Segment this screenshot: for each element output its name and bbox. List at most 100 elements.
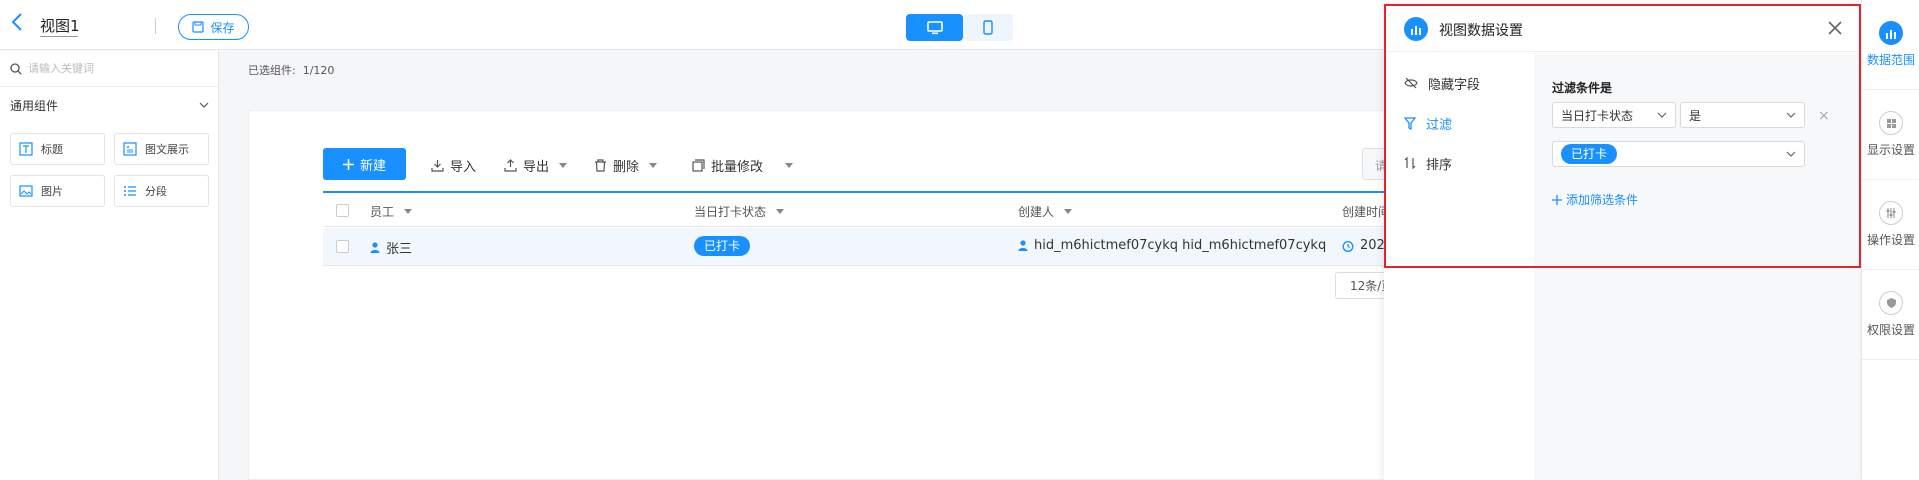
operation-settings-icon (1879, 201, 1903, 225)
save-icon (192, 21, 205, 33)
component-label: 图片 (41, 185, 63, 198)
image-text-icon (123, 142, 137, 156)
sidebar-item-operation-settings[interactable]: 操作设置 (1862, 180, 1919, 270)
component-segment[interactable]: 分段 (114, 175, 209, 207)
column-header-status[interactable]: 当日打卡状态 (694, 203, 785, 220)
caret-down-icon (776, 209, 785, 214)
component-label: 图文展示 (145, 143, 189, 156)
nav-sort[interactable]: 排序 (1404, 153, 1452, 173)
chevron-down-icon (199, 102, 209, 108)
plus-icon (1552, 194, 1562, 205)
row-checkbox[interactable] (336, 240, 349, 253)
title-icon (19, 142, 33, 156)
column-header-created[interactable]: 创建时间 (1342, 203, 1390, 220)
user-icon (370, 242, 380, 253)
select-value: 当日打卡状态 (1561, 108, 1634, 123)
component-label: 分段 (145, 185, 167, 198)
component-search (0, 51, 219, 87)
back-arrow-icon[interactable] (10, 12, 30, 34)
import-button[interactable]: 导入 (431, 156, 476, 175)
panel-title: 视图数据设置 (1439, 23, 1523, 39)
divider (155, 18, 156, 34)
component-image-text[interactable]: 图文展示 (114, 133, 209, 165)
user-icon (1018, 240, 1028, 251)
chart-icon (1404, 17, 1428, 41)
status-tag: 已打卡 (694, 236, 751, 256)
column-header-creator[interactable]: 创建人 (1018, 203, 1073, 220)
new-button[interactable]: 新建 (323, 148, 406, 180)
column-label: 创建人 (1018, 205, 1055, 219)
save-button[interactable]: 保存 (178, 14, 249, 40)
add-condition-label: 添加筛选条件 (1566, 193, 1639, 207)
creator-cell: hid_m6hictmef07cykq hid_m6hictmef07cykq (1018, 238, 1326, 253)
filter-field-select[interactable]: 当日打卡状态 (1552, 102, 1676, 128)
picture-icon (19, 185, 33, 197)
mobile-icon (983, 20, 993, 35)
caret-down-icon (1064, 209, 1073, 214)
sidebar-item-label: 操作设置 (1866, 233, 1915, 247)
batch-edit-button[interactable]: 批量修改 (692, 156, 794, 175)
search-input[interactable] (28, 62, 208, 75)
nav-label: 隐藏字段 (1428, 77, 1481, 93)
sidebar-item-permission[interactable]: 权限设置 (1862, 270, 1919, 360)
view-title[interactable]: 视图1 (40, 15, 80, 36)
employee-cell: 张三 (370, 238, 412, 257)
nav-filter[interactable]: 过滤 (1404, 113, 1452, 133)
display-settings-icon (1879, 111, 1903, 135)
chevron-down-icon (1786, 112, 1796, 118)
mobile-view-button[interactable] (963, 14, 1013, 41)
eye-off-icon (1404, 77, 1418, 89)
table-row[interactable]: 张三 已打卡 hid_m6hictmef07cykq hid_m6hictmef… (323, 228, 1408, 266)
filter-settings: 过滤条件是 当日打卡状态 是 × 已打卡 添加筛选条件 (1534, 53, 1860, 480)
delete-label: 删除 (613, 160, 640, 175)
chevron-down-icon (1657, 112, 1667, 118)
component-panel: 通用组件 标题 图文展示 图片 分段 (0, 51, 219, 480)
column-header-employee[interactable]: 员工 (370, 203, 413, 220)
sort-icon (1404, 157, 1416, 169)
nav-hidden-fields[interactable]: 隐藏字段 (1404, 73, 1480, 93)
chevron-down-icon (1786, 151, 1796, 157)
selected-components-info: 已选组件: 1/120 (248, 62, 334, 78)
import-label: 导入 (450, 160, 477, 175)
nav-label: 排序 (1426, 157, 1453, 173)
select-value: 是 (1689, 108, 1702, 123)
column-label: 员工 (370, 205, 395, 219)
caret-down-icon (649, 163, 658, 168)
desktop-view-button[interactable] (906, 14, 963, 41)
title-underline (40, 36, 78, 37)
panel-nav: 隐藏字段 过滤 排序 (1384, 53, 1534, 480)
caret-down-icon (559, 163, 568, 168)
desktop-icon (926, 20, 943, 34)
panel-header: 视图数据设置 (1384, 4, 1860, 52)
select-all-checkbox[interactable] (336, 204, 349, 217)
caret-down-icon (404, 209, 413, 214)
remove-condition-icon[interactable]: × (1818, 108, 1830, 124)
selected-info-label: 已选组件: (248, 64, 296, 77)
column-label: 创建时间 (1342, 205, 1391, 219)
column-label: 当日打卡状态 (694, 205, 767, 219)
delete-button[interactable]: 删除 (594, 156, 658, 175)
sidebar-item-display-settings[interactable]: 显示设置 (1862, 90, 1919, 180)
sidebar-item-label: 权限设置 (1866, 323, 1915, 337)
sidebar-item-label: 数据范围 (1866, 53, 1915, 67)
component-title[interactable]: 标题 (10, 133, 105, 165)
settings-sidebar: 数据范围 显示设置 操作设置 权限设置 (1861, 0, 1919, 480)
clock-icon (1342, 240, 1354, 252)
filter-operator-select[interactable]: 是 (1680, 102, 1805, 128)
filter-value-select[interactable]: 已打卡 (1552, 141, 1805, 167)
filter-value-tag: 已打卡 (1561, 144, 1618, 164)
sidebar-item-data-range[interactable]: 数据范围 (1862, 0, 1919, 90)
close-icon[interactable] (1824, 17, 1846, 39)
status-cell: 已打卡 (694, 236, 751, 256)
export-label: 导出 (523, 160, 550, 175)
selected-info-value: 1/120 (302, 64, 335, 77)
component-label: 标题 (41, 143, 63, 156)
add-filter-condition-button[interactable]: 添加筛选条件 (1552, 191, 1638, 208)
component-group-header[interactable]: 通用组件 (0, 88, 219, 122)
search-icon (10, 62, 22, 74)
group-title: 通用组件 (10, 98, 59, 113)
export-button[interactable]: 导出 (504, 156, 568, 175)
creator-name: hid_m6hictmef07cykq hid_m6hictmef07cykq (1034, 238, 1327, 253)
component-picture[interactable]: 图片 (10, 175, 105, 207)
batch-edit-label: 批量修改 (711, 160, 764, 175)
